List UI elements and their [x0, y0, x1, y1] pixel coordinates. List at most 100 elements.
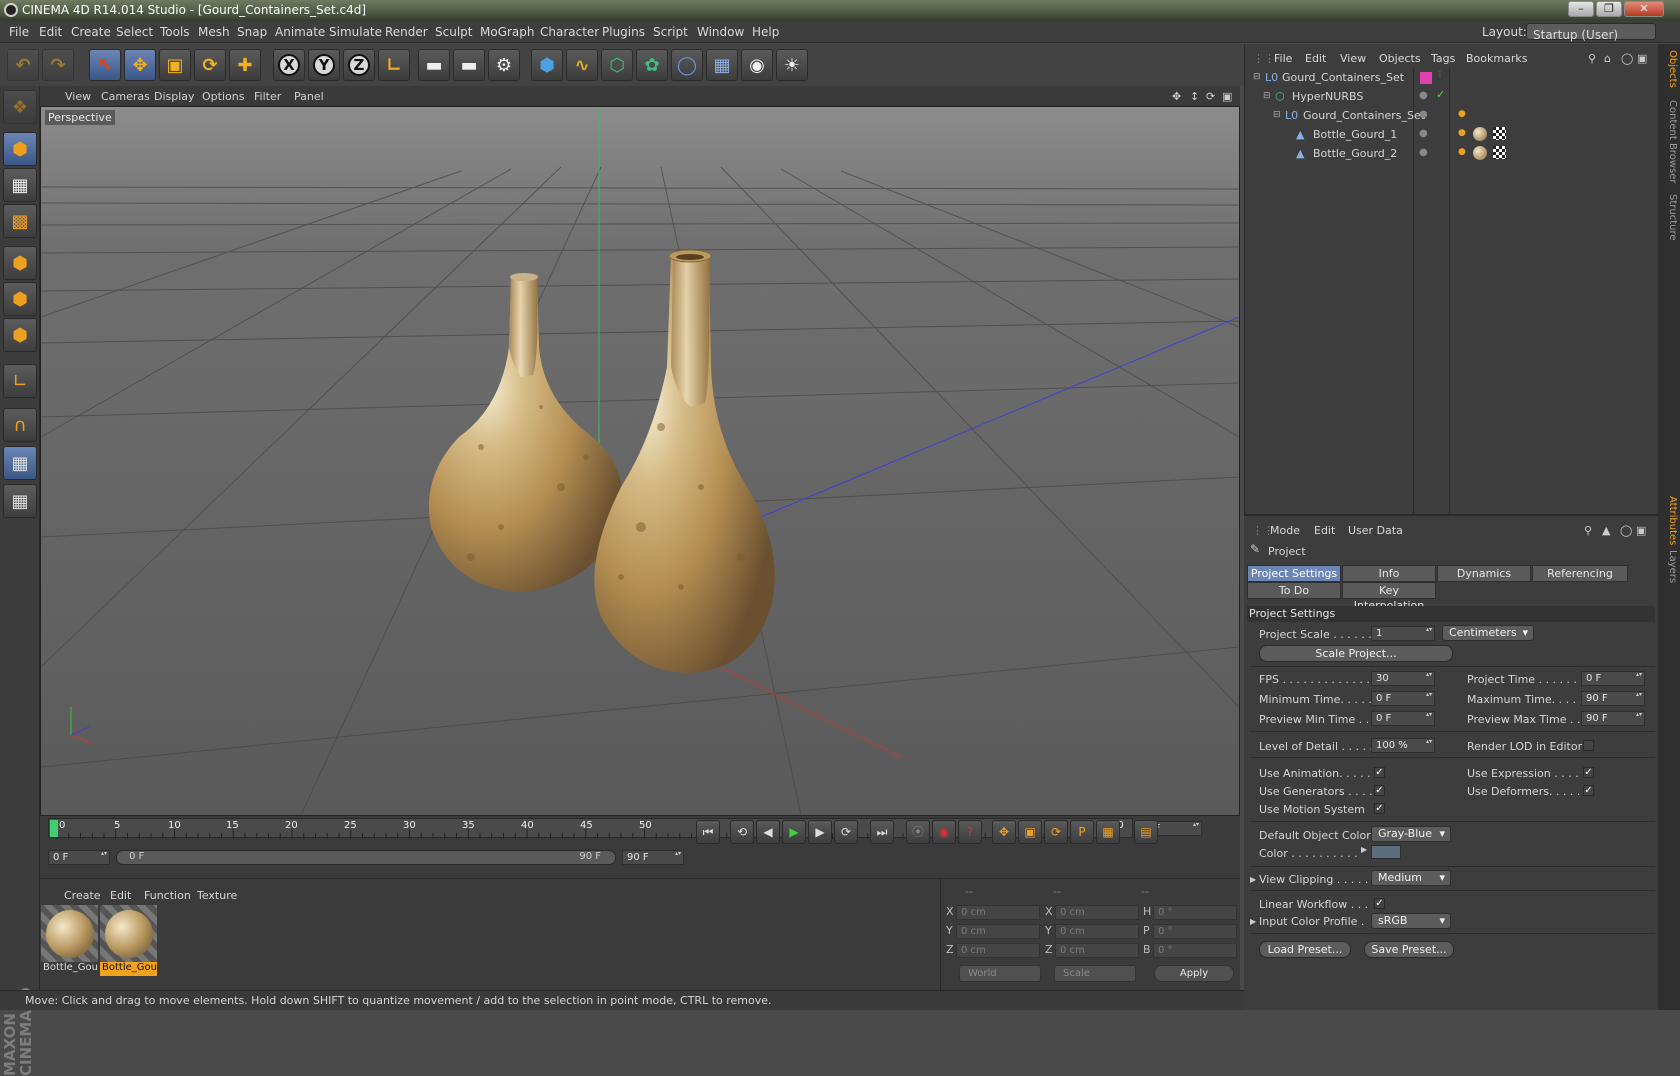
viewport-menu-panel[interactable]: Panel: [294, 90, 324, 103]
uvw-tag-icon[interactable]: [1493, 127, 1506, 140]
object-row-bottle-gourd-2[interactable]: ▲ Bottle_Gourd_2 ● ●: [1245, 144, 1659, 164]
input-profile-expand-icon[interactable]: ▶: [1250, 917, 1256, 926]
apply-button[interactable]: Apply: [1154, 965, 1234, 982]
move-tool-icon[interactable]: ✥: [124, 49, 156, 81]
maximum-time-field[interactable]: 90 F: [1581, 691, 1645, 706]
viewport-menu-options[interactable]: Options: [202, 90, 244, 103]
enabled-check-icon[interactable]: ✓: [1436, 88, 1448, 101]
render-view-icon[interactable]: ▬: [418, 49, 450, 81]
material-menu-texture[interactable]: Texture: [197, 889, 237, 902]
attr-menu-edit[interactable]: Edit: [1314, 524, 1335, 537]
load-preset-button[interactable]: Load Preset...: [1259, 941, 1351, 958]
workplane-icon[interactable]: ▦: [3, 484, 37, 518]
array-icon[interactable]: ✿: [636, 49, 668, 81]
tab-attributes[interactable]: Attributes: [1660, 496, 1678, 545]
timeline-window-icon[interactable]: ▤: [1134, 820, 1158, 844]
expand-arrow-icon[interactable]: ▶: [1361, 845, 1367, 854]
menu-sculpt[interactable]: Sculpt: [435, 25, 472, 39]
menu-mesh[interactable]: Mesh: [198, 25, 230, 39]
menu-animate[interactable]: Animate: [275, 25, 325, 39]
go-to-previous-keyframe-icon[interactable]: ⟲: [730, 820, 754, 844]
menu-tools[interactable]: Tools: [160, 25, 190, 39]
new-panel-icon[interactable]: ▣: [1637, 52, 1647, 65]
close-button[interactable]: ✕: [1624, 1, 1664, 17]
rotation-h-field[interactable]: 0 °: [1153, 905, 1237, 920]
z-axis-lock-icon[interactable]: Z: [343, 49, 375, 81]
object-menu-edit[interactable]: Edit: [1305, 52, 1326, 65]
use-deformers-checkbox[interactable]: ✓: [1583, 785, 1594, 796]
tab-structure[interactable]: Structure: [1660, 194, 1678, 241]
object-menu-view[interactable]: View: [1340, 52, 1366, 65]
attr-new-panel-icon[interactable]: ▣: [1636, 524, 1646, 537]
visibility-dot-icon[interactable]: ●: [1419, 109, 1431, 121]
autokeying-icon[interactable]: ◉: [932, 820, 956, 844]
color-swatch[interactable]: [1371, 845, 1401, 859]
layout-dropdown[interactable]: Startup (User): [1526, 23, 1656, 42]
menu-script[interactable]: Script: [653, 25, 688, 39]
size-z-field[interactable]: 0 cm: [1055, 943, 1139, 958]
size-y-field[interactable]: 0 cm: [1055, 924, 1139, 939]
viewport-menu-filter[interactable]: Filter: [254, 90, 281, 103]
playhead[interactable]: [50, 820, 58, 837]
viewport-maximize-icon[interactable]: ▣: [1222, 90, 1232, 103]
position-x-field[interactable]: 0 cm: [956, 905, 1040, 920]
coordinate-space-dropdown[interactable]: World: [959, 965, 1041, 982]
tab-project-settings[interactable]: Project Settings: [1247, 565, 1341, 582]
project-time-field[interactable]: 0 F: [1581, 671, 1645, 686]
input-color-profile-dropdown[interactable]: sRGB: [1371, 913, 1451, 929]
workplane-mode-icon[interactable]: ▩: [3, 204, 37, 238]
menu-snap[interactable]: Snap: [237, 25, 267, 39]
scale-mode-dropdown[interactable]: Scale: [1054, 965, 1136, 982]
go-to-end-icon[interactable]: ⏭: [870, 820, 894, 844]
material-swatch-2[interactable]: Bottle_Gou: [100, 905, 157, 977]
phong-tag-icon[interactable]: ●: [1458, 109, 1470, 121]
camera-icon[interactable]: ◉: [741, 49, 773, 81]
material-menu-function[interactable]: Function: [144, 889, 191, 902]
record-keyframes-icon[interactable]: ⦿: [906, 820, 930, 844]
use-generators-checkbox[interactable]: ✓: [1374, 785, 1385, 796]
material-menu-edit[interactable]: Edit: [110, 889, 131, 902]
rotate-tool-icon[interactable]: ⟳: [194, 49, 226, 81]
workplane-lock-icon[interactable]: ▦: [3, 446, 37, 480]
save-preset-button[interactable]: Save Preset...: [1364, 941, 1454, 958]
tab-key-interpolation[interactable]: Key Interpolation: [1342, 582, 1436, 612]
menu-edit[interactable]: Edit: [39, 25, 62, 39]
play-forward-icon[interactable]: ▶: [782, 820, 806, 844]
tab-layers[interactable]: Layers: [1660, 550, 1678, 583]
attr-search-icon[interactable]: ⚲: [1584, 524, 1592, 537]
menu-file[interactable]: File: [9, 25, 29, 39]
spline-icon[interactable]: ∿: [566, 49, 598, 81]
recent-tool-icon[interactable]: ✚: [229, 49, 261, 81]
make-editable-icon[interactable]: ❖: [3, 90, 37, 124]
undo-icon[interactable]: ↶: [7, 49, 39, 81]
start-frame-field[interactable]: 0 F: [48, 850, 110, 865]
tab-content-browser[interactable]: Content Browser: [1660, 100, 1678, 183]
preview-range-slider[interactable]: 0 F 90 F: [116, 850, 616, 865]
tab-referencing[interactable]: Referencing: [1532, 565, 1628, 582]
use-motion-system-checkbox[interactable]: ✓: [1374, 803, 1385, 814]
position-y-field[interactable]: 0 cm: [956, 924, 1040, 939]
menu-create[interactable]: Create: [71, 25, 111, 39]
edges-mode-icon[interactable]: ⬢: [3, 282, 37, 316]
material-tag-icon[interactable]: [1473, 146, 1487, 160]
use-animation-checkbox[interactable]: ✓: [1374, 767, 1385, 778]
next-frame-icon[interactable]: ▶: [808, 820, 832, 844]
fps-field[interactable]: 30: [1371, 671, 1435, 686]
tab-objects[interactable]: Objects: [1660, 50, 1678, 88]
use-expression-checkbox[interactable]: ✓: [1583, 767, 1594, 778]
object-menu-objects[interactable]: Objects: [1379, 52, 1421, 65]
view-clipping-expand-icon[interactable]: ▶: [1250, 875, 1256, 884]
go-to-next-keyframe-icon[interactable]: ⟳: [834, 820, 858, 844]
scale-project-button[interactable]: Scale Project...: [1259, 645, 1453, 662]
size-x-field[interactable]: 0 cm: [1055, 905, 1139, 920]
tab-dynamics[interactable]: Dynamics: [1437, 565, 1531, 582]
material-menu-create[interactable]: Create: [64, 889, 101, 902]
menu-simulate[interactable]: Simulate: [329, 25, 382, 39]
visibility-dots-icon[interactable]: ⋮: [1436, 70, 1448, 82]
level-of-detail-field[interactable]: 100 %: [1371, 738, 1435, 753]
collapse-icon[interactable]: ⊟: [1253, 72, 1265, 84]
material-tag-icon[interactable]: [1473, 127, 1487, 141]
object-menu-bookmarks[interactable]: Bookmarks: [1466, 52, 1527, 65]
viewport-rotate-icon[interactable]: ⟳: [1206, 90, 1215, 103]
viewport-zoom-icon[interactable]: ↕: [1190, 90, 1199, 103]
